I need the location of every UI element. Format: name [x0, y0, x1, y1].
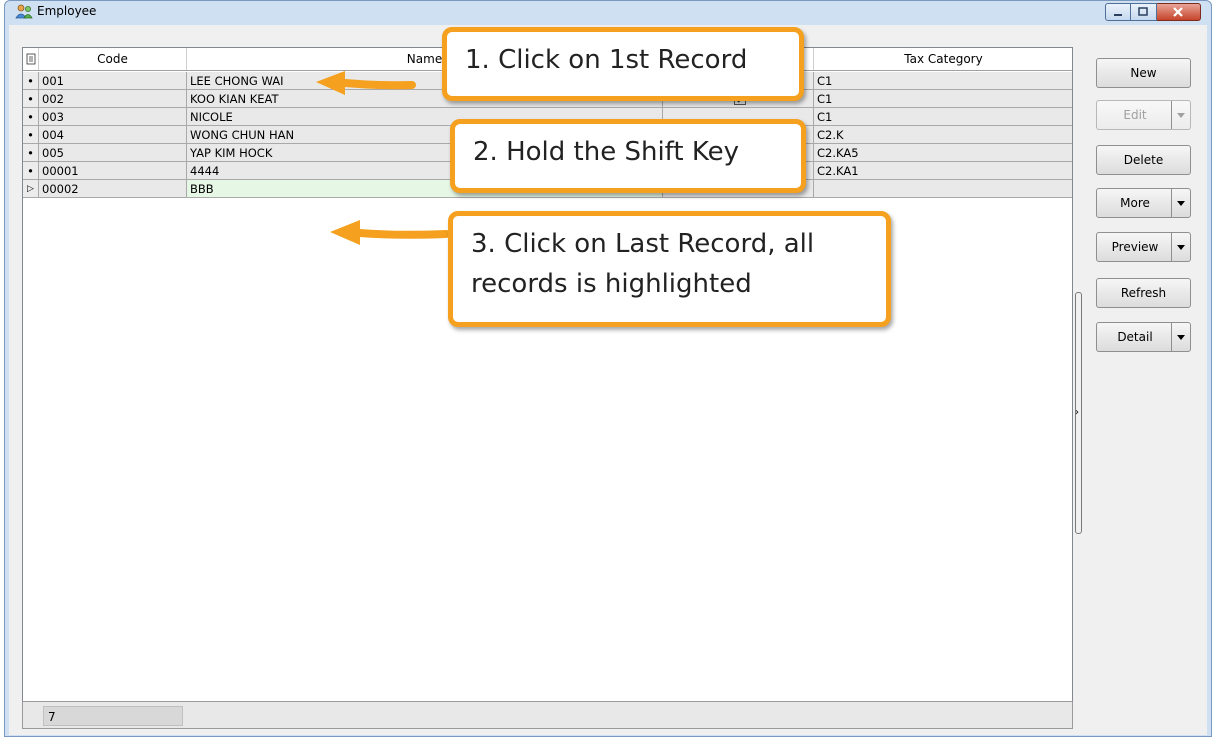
callout-step2-text: 2. Hold the Shift Key	[473, 137, 739, 167]
arrow-step1-icon	[316, 71, 416, 95]
callout-step1-text: 1. Click on 1st Record	[465, 45, 748, 75]
callout-step3-line2: records is highlighted	[471, 269, 752, 299]
arrow-step3-icon	[330, 220, 450, 245]
callout-step1: 1. Click on 1st Record	[442, 27, 804, 101]
callout-step2: 2. Hold the Shift Key	[450, 119, 806, 193]
instruction-arrows	[316, 71, 450, 245]
callout-step3-line1: 3. Click on Last Record, all	[471, 229, 815, 259]
callout-step3: 3. Click on Last Record, all records is …	[448, 211, 891, 327]
